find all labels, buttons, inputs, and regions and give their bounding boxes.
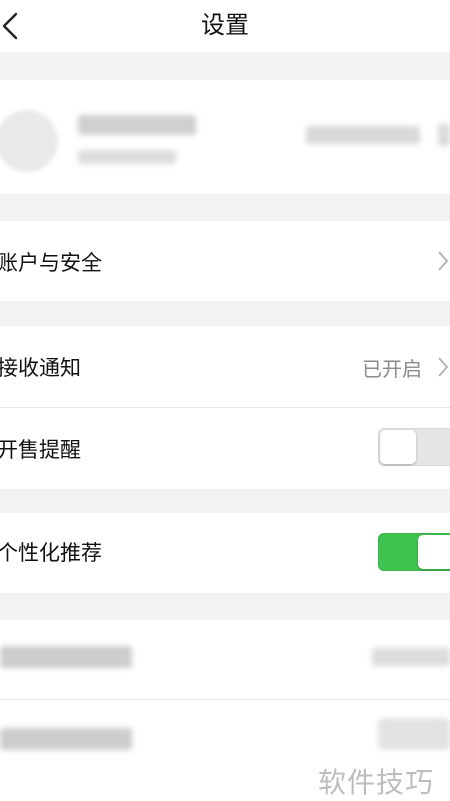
row-value-redacted <box>372 648 450 666</box>
profile-name-redacted <box>78 115 196 135</box>
row-divider <box>0 699 450 700</box>
row-label-redacted[interactable] <box>0 728 132 750</box>
chevron-right-icon <box>438 251 449 271</box>
watermark-text: 软件技巧 <box>318 766 435 799</box>
toggle-redacted[interactable] <box>378 718 450 750</box>
sale-reminder-label: 开售提醒 <box>0 438 81 462</box>
watermark: 软件技巧 <box>308 753 450 801</box>
toggle-knob <box>418 535 450 569</box>
account-security-row[interactable]: 账户与安全 <box>0 221 450 301</box>
account-security-label: 账户与安全 <box>0 251 102 275</box>
profile-info-redacted <box>306 126 420 144</box>
personalized-recommendation-label: 个性化推荐 <box>0 541 102 565</box>
sale-reminder-toggle[interactable] <box>378 428 450 466</box>
row-divider <box>0 407 450 408</box>
profile-id-redacted <box>78 150 176 164</box>
personalized-recommendation-row: 个性化推荐 <box>0 513 450 593</box>
row-label-redacted[interactable] <box>0 646 132 668</box>
receive-notifications-label[interactable]: 接收通知 <box>0 352 81 382</box>
nav-bar: 设置 <box>0 0 450 52</box>
page-title: 设置 <box>201 11 249 39</box>
chevron-right-icon[interactable] <box>436 355 450 379</box>
personalized-recommendation-toggle[interactable] <box>378 533 450 571</box>
toggle-knob <box>380 430 416 464</box>
profile-chevron-redacted <box>438 124 450 146</box>
receive-notifications-status: 已开启 <box>362 357 422 381</box>
